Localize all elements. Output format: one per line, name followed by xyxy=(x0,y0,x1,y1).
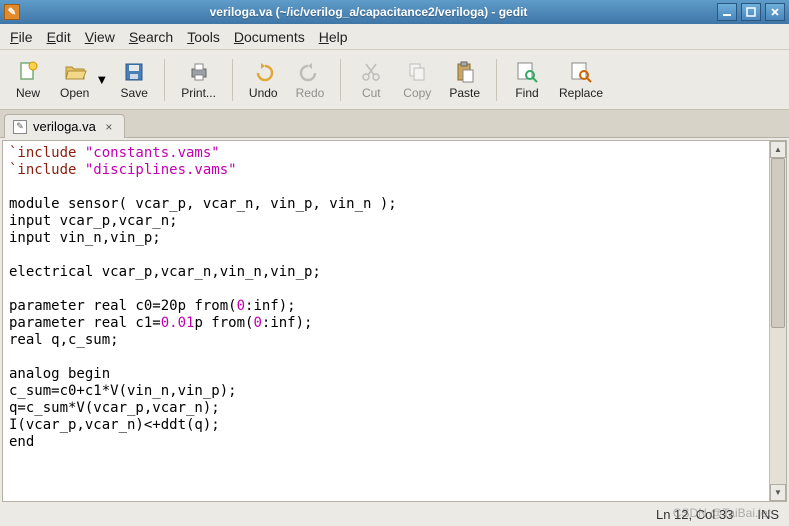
scroll-down-button[interactable]: ▼ xyxy=(770,484,786,501)
paste-button[interactable]: Paste xyxy=(443,56,486,104)
redo-icon xyxy=(298,60,322,84)
toolbar-separator xyxy=(164,59,165,101)
redo-button: Redo xyxy=(290,56,331,104)
code-editor[interactable]: `include "constants.vams" `include "disc… xyxy=(3,141,769,501)
open-button[interactable]: Open xyxy=(54,56,95,104)
vertical-scrollbar[interactable]: ▲ ▼ xyxy=(769,141,786,501)
cursor-position: Ln 12, Col 33 xyxy=(656,507,733,522)
open-label: Open xyxy=(60,86,89,100)
save-button[interactable]: Save xyxy=(114,56,154,104)
find-icon xyxy=(515,60,539,84)
new-icon xyxy=(16,60,40,84)
menu-tools[interactable]: Tools xyxy=(181,26,226,48)
menu-view[interactable]: View xyxy=(79,26,121,48)
print-icon xyxy=(187,60,211,84)
undo-button[interactable]: Undo xyxy=(243,56,284,104)
minimize-button[interactable] xyxy=(717,3,737,21)
window-title: veriloga.va (~/ic/verilog_a/capacitance2… xyxy=(24,5,713,19)
open-dropdown[interactable]: ▼ xyxy=(95,72,108,87)
menu-edit[interactable]: Edit xyxy=(41,26,77,48)
cut-label: Cut xyxy=(362,86,381,100)
new-label: New xyxy=(16,86,40,100)
document-icon: ✎ xyxy=(13,120,27,134)
replace-label: Replace xyxy=(559,86,603,100)
scroll-thumb[interactable] xyxy=(771,158,785,328)
copy-label: Copy xyxy=(403,86,431,100)
titlebar: ✎ veriloga.va (~/ic/verilog_a/capacitanc… xyxy=(0,0,789,24)
toolbar-separator xyxy=(340,59,341,101)
save-icon xyxy=(122,60,146,84)
replace-button[interactable]: Replace xyxy=(553,56,609,104)
save-label: Save xyxy=(121,86,148,100)
cut-button: Cut xyxy=(351,56,391,104)
menu-documents[interactable]: Documents xyxy=(228,26,311,48)
new-button[interactable]: New xyxy=(8,56,48,104)
undo-icon xyxy=(251,60,275,84)
document-tab[interactable]: ✎ veriloga.va × xyxy=(4,114,125,138)
copy-button: Copy xyxy=(397,56,437,104)
menu-file[interactable]: File xyxy=(4,26,39,48)
menu-search[interactable]: Search xyxy=(123,26,179,48)
tab-filename: veriloga.va xyxy=(33,119,96,134)
statusbar: Ln 12, Col 33 INS xyxy=(0,504,789,524)
menu-help[interactable]: Help xyxy=(313,26,354,48)
app-icon: ✎ xyxy=(4,4,20,20)
toolbar-separator xyxy=(232,59,233,101)
print-button[interactable]: Print... xyxy=(175,56,222,104)
toolbar-separator xyxy=(496,59,497,101)
scroll-up-button[interactable]: ▲ xyxy=(770,141,786,158)
redo-label: Redo xyxy=(296,86,325,100)
tab-close-button[interactable]: × xyxy=(102,120,116,134)
menubar: File Edit View Search Tools Documents He… xyxy=(0,24,789,50)
close-button[interactable] xyxy=(765,3,785,21)
print-label: Print... xyxy=(181,86,216,100)
copy-icon xyxy=(405,60,429,84)
replace-icon xyxy=(569,60,593,84)
maximize-button[interactable] xyxy=(741,3,761,21)
toolbar: New Open ▼ Save Print... Undo Redo Cut C… xyxy=(0,50,789,110)
undo-label: Undo xyxy=(249,86,278,100)
find-label: Find xyxy=(515,86,538,100)
cut-icon xyxy=(359,60,383,84)
insert-mode: INS xyxy=(757,507,779,522)
editor-area: `include "constants.vams" `include "disc… xyxy=(2,140,787,502)
paste-icon xyxy=(453,60,477,84)
tabbar: ✎ veriloga.va × xyxy=(0,110,789,138)
find-button[interactable]: Find xyxy=(507,56,547,104)
open-folder-icon xyxy=(63,60,87,84)
paste-label: Paste xyxy=(449,86,480,100)
